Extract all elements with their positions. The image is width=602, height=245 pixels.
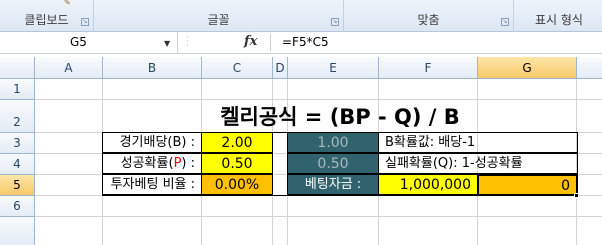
- row-header-3[interactable]: 3: [0, 133, 35, 154]
- cell-b3[interactable]: 경기배당(B) :: [102, 132, 202, 153]
- cell-e4[interactable]: 0.50: [287, 153, 379, 174]
- gridline: [35, 99, 602, 100]
- row-header-7[interactable]: [0, 217, 35, 245]
- cell-f3[interactable]: B확률값: 배당-1: [378, 132, 578, 153]
- cell-b5[interactable]: 투자베팅 비율 :: [102, 174, 202, 195]
- alignment-group-label: 맞춤: [417, 13, 440, 27]
- clipboard-dialog-launcher-icon[interactable]: ↘: [81, 18, 89, 26]
- formula-input[interactable]: =F5*C5: [282, 32, 329, 53]
- ribbon-group-font: 글꼴 ↘: [94, 0, 344, 32]
- ribbon-group-number: 표시 형식: [514, 0, 602, 32]
- gridline: [35, 216, 602, 217]
- cell-b4-suffix: ) :: [181, 156, 195, 171]
- row-header-6[interactable]: 6: [0, 196, 35, 217]
- row-header-1[interactable]: 1: [0, 79, 35, 100]
- cell-e5[interactable]: 베팅자금 :: [287, 174, 379, 195]
- formula-bar: G5 ▼ · · · fx =F5*C5: [0, 32, 602, 54]
- column-header-b[interactable]: B: [103, 57, 202, 79]
- cell-g5-selected[interactable]: 0: [477, 174, 578, 196]
- column-header-c[interactable]: C: [202, 57, 273, 79]
- sheet-title[interactable]: 켈리공식 = (BP - Q) / B: [100, 104, 580, 130]
- cell-c4[interactable]: 0.50: [201, 153, 273, 174]
- ribbon-group-clipboard: 클립보드 ↘: [0, 0, 94, 32]
- column-header-g[interactable]: G: [478, 57, 577, 79]
- cell-f4[interactable]: 실패확률(Q): 1-성공확률: [378, 153, 578, 174]
- name-box-dropdown-icon[interactable]: ▼: [164, 39, 170, 48]
- worksheet-grid: A B C D E F G 1 2 3 4 5 6 켈리공식 = (BP - Q…: [0, 57, 602, 245]
- cell-f5[interactable]: 1,000,000: [378, 174, 478, 195]
- cell-c5[interactable]: 0.00%: [201, 174, 273, 195]
- select-all-corner[interactable]: [0, 57, 35, 79]
- cell-c3[interactable]: 2.00: [201, 132, 273, 153]
- formula-bar-resize-handle[interactable]: · · ·: [186, 34, 190, 50]
- insert-function-icon[interactable]: fx: [244, 34, 257, 49]
- clipboard-group-label: 클립보드: [24, 13, 69, 27]
- ribbon-group-alignment: 맞춤 ↘: [344, 0, 514, 32]
- cell-b4[interactable]: 성공확률(P) :: [102, 153, 202, 174]
- column-header-h[interactable]: [577, 57, 602, 79]
- column-header-e[interactable]: E: [288, 57, 379, 79]
- row-header-4[interactable]: 4: [0, 154, 35, 175]
- fill-handle[interactable]: [574, 193, 579, 198]
- row-header-2[interactable]: 2: [0, 100, 35, 133]
- name-box[interactable]: G5: [0, 32, 178, 53]
- cell-b4-prefix: 성공확률(: [120, 156, 174, 171]
- column-header-a[interactable]: A: [35, 57, 103, 79]
- cell-e3[interactable]: 1.00: [287, 132, 379, 153]
- formula-bar-separator: [270, 34, 271, 51]
- column-header-f[interactable]: F: [379, 57, 478, 79]
- column-header-d[interactable]: D: [273, 57, 288, 79]
- font-group-label: 글꼴: [207, 13, 230, 27]
- number-group-label: 표시 형식: [535, 13, 583, 27]
- font-dialog-launcher-icon[interactable]: ↘: [331, 18, 339, 26]
- ribbon: ✎ 클립보드 ↘ 글꼴 ↘ 맞춤 ↘ 표시 형식: [0, 0, 602, 32]
- row-header-5[interactable]: 5: [0, 175, 35, 196]
